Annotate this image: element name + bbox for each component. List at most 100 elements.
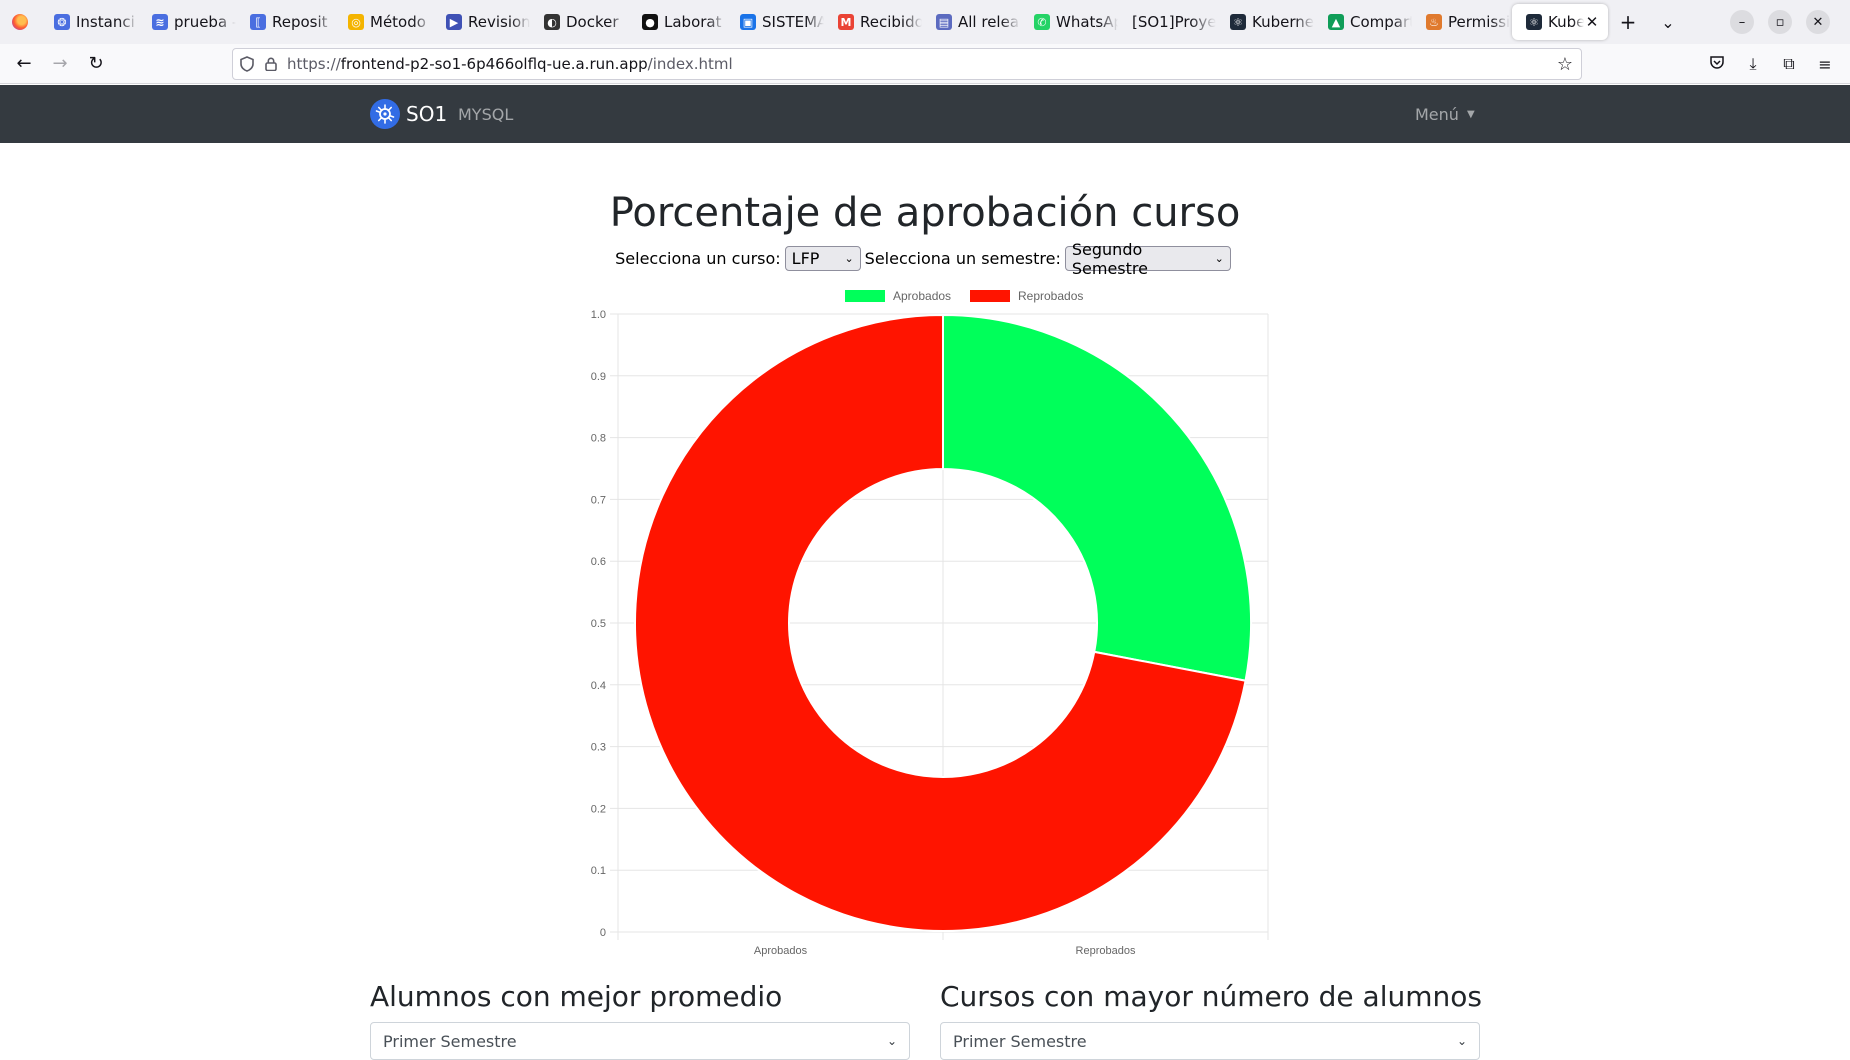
- restore-icon[interactable]: ▫: [1768, 10, 1792, 34]
- tab-label: Permissi: [1448, 13, 1510, 31]
- course-label: Selecciona un curso:: [615, 249, 781, 268]
- tab-label: prueba –: [174, 13, 236, 31]
- browser-tab[interactable]: ❂ Instanci: [40, 4, 138, 40]
- legend-label: Reprobados: [1018, 289, 1083, 303]
- legend-label: Aprobados: [893, 289, 951, 303]
- url-host: frontend-p2-so1-6p466olflq-ue.a.run.app: [340, 55, 648, 73]
- url-bar[interactable]: https://frontend-p2-so1-6p466olflq-ue.a.…: [232, 48, 1582, 80]
- tab-favicon-icon: M: [838, 14, 854, 30]
- approval-chart: 1.0 0.9 0.8 0.7 0.6 0.5 0.4 0.3 0.2 0.1 0 Aprobados…: [570, 282, 1270, 962]
- tab-label: Recibido: [860, 13, 922, 31]
- browser-tab[interactable]: ⚛ Kuberne: [1216, 4, 1314, 40]
- chevron-down-icon: ⌄: [844, 252, 854, 265]
- tab-favicon-icon: ⟦: [250, 14, 266, 30]
- menu-label: Menú: [1415, 104, 1459, 124]
- tab-active[interactable]: ⚛ Kuber ✕: [1512, 4, 1608, 40]
- chevron-down-icon: ⌄: [886, 1034, 897, 1048]
- browser-tab[interactable]: [SO1]Proye: [1118, 4, 1216, 40]
- tab-favicon-icon: ●: [642, 14, 658, 30]
- url-path: /index.html: [647, 55, 733, 73]
- tab-label: Docker: [566, 13, 619, 31]
- back-icon[interactable]: ←: [6, 48, 42, 80]
- browser-tab[interactable]: ▤ All relea: [922, 4, 1020, 40]
- best-average-title: Alumnos con mejor promedio: [370, 980, 783, 1013]
- semester-label: Selecciona un semestre:: [864, 249, 1061, 268]
- x-tick-label: Reprobados: [1076, 945, 1136, 957]
- pocket-icon[interactable]: [1706, 54, 1728, 74]
- window-controls: – ▫ ✕: [1730, 0, 1850, 44]
- semester-select[interactable]: Segundo Semestre ⌄: [1064, 240, 1231, 278]
- browser-tab[interactable]: ▶ Revision: [432, 4, 530, 40]
- tab-favicon-icon: ◐: [544, 14, 560, 30]
- most-students-semester-select[interactable]: Primer Semestre ⌄: [940, 1022, 1480, 1060]
- doughnut-slice-aprobados: [942, 313, 1252, 682]
- new-tab-button[interactable]: +: [1608, 4, 1648, 40]
- x-tick-label: Aprobados: [754, 945, 808, 957]
- chart-filters: Selecciona un curso: LFP ⌄ Selecciona un…: [0, 240, 1850, 278]
- browser-tab[interactable]: ♨ Permissi: [1412, 4, 1510, 40]
- list-tabs-button[interactable]: ⌄: [1648, 4, 1688, 40]
- chevron-down-icon: ⌄: [1456, 1034, 1467, 1048]
- chevron-down-icon: ⌄: [1214, 252, 1224, 265]
- shield-icon[interactable]: [233, 56, 261, 72]
- tab-label: [SO1]Proye: [1132, 13, 1216, 31]
- firefox-icon: [0, 0, 40, 44]
- tab-favicon-icon: ♨: [1426, 14, 1442, 30]
- download-icon[interactable]: ⤓: [1742, 54, 1764, 74]
- menu-icon[interactable]: ≡: [1814, 55, 1836, 74]
- nav-link-mysql[interactable]: MYSQL: [458, 85, 513, 143]
- tab-label: Reposit: [272, 13, 328, 31]
- browser-tab[interactable]: ▲ Compart: [1314, 4, 1412, 40]
- brand[interactable]: SO1: [370, 85, 447, 143]
- tab-label: Revision: [468, 13, 530, 31]
- y-tick-label: 0.2: [591, 803, 606, 815]
- tab-label: Compart: [1350, 13, 1412, 31]
- browser-tab[interactable]: ≋ prueba –: [138, 4, 236, 40]
- browser-nav-bar: ← → ↻ https://frontend-p2-so1-6p466olflq…: [0, 44, 1850, 84]
- tab-favicon-icon: ◎: [348, 14, 364, 30]
- browser-tab[interactable]: ◎ Método: [334, 4, 432, 40]
- browser-tab[interactable]: ● Laborat: [628, 4, 726, 40]
- y-tick-label: 0.1: [591, 865, 606, 877]
- course-select[interactable]: LFP ⌄: [784, 246, 861, 271]
- browser-tab-bar: ❂ Instanci ≋ prueba – ⟦ Reposit ◎ Método ▶ Revisi…: [0, 0, 1850, 44]
- menu-dropdown[interactable]: Menú ▼: [1415, 85, 1475, 143]
- tab-label: SISTEMA: [762, 13, 824, 31]
- close-window-icon[interactable]: ✕: [1806, 10, 1830, 34]
- browser-tab[interactable]: ⟦ Reposit: [236, 4, 334, 40]
- legend-swatch: [970, 290, 1010, 302]
- tab-label: Laborat: [664, 13, 722, 31]
- minimize-icon[interactable]: –: [1730, 10, 1754, 34]
- kubernetes-tab-icon: ⚛: [1526, 14, 1542, 30]
- tab-label: Kuber: [1548, 13, 1584, 31]
- tab-favicon-icon: ≋: [152, 14, 168, 30]
- tab-favicon-icon: ❂: [54, 14, 70, 30]
- browser-tab[interactable]: ◐ Docker: [530, 4, 628, 40]
- extensions-icon[interactable]: ⧉: [1778, 54, 1800, 74]
- star-icon[interactable]: ☆: [1557, 54, 1573, 75]
- semester-select-value: Segundo Semestre: [1071, 239, 1148, 278]
- course-select-value: LFP: [791, 249, 820, 268]
- best-average-semester-value: Primer Semestre: [383, 1031, 517, 1051]
- caret-down-icon: ▼: [1466, 108, 1475, 120]
- tab-favicon-icon: ⚛: [1230, 14, 1246, 30]
- approval-doughnut-chart: 1.0 0.9 0.8 0.7 0.6 0.5 0.4 0.3 0.2 0.1 0 Aprobados…: [591, 289, 1269, 957]
- url-text[interactable]: https://frontend-p2-so1-6p466olflq-ue.a.…: [287, 55, 733, 73]
- close-tab-icon[interactable]: ✕: [1584, 13, 1600, 31]
- toolbar-right: ⤓ ⧉ ≡: [1706, 48, 1836, 80]
- best-average-semester-select[interactable]: Primer Semestre ⌄: [370, 1022, 910, 1060]
- lock-icon[interactable]: [261, 57, 281, 71]
- tab-label: Kuberne: [1252, 13, 1314, 31]
- most-students-semester-value: Primer Semestre: [953, 1031, 1087, 1051]
- tab-favicon-icon: ▤: [936, 14, 952, 30]
- y-tick-label: 0.4: [591, 680, 606, 692]
- browser-tab[interactable]: M Recibido: [824, 4, 922, 40]
- page-title: Porcentaje de aprobación curso: [609, 190, 1241, 236]
- tab-label: All relea: [958, 13, 1020, 31]
- browser-tab[interactable]: ▣ SISTEMA: [726, 4, 824, 40]
- forward-icon[interactable]: →: [42, 48, 78, 80]
- kubernetes-logo-icon: [370, 99, 400, 129]
- browser-tab[interactable]: ✆ WhatsAp: [1020, 4, 1118, 40]
- most-students-title: Cursos con mayor número de alumnos: [940, 980, 1482, 1013]
- reload-icon[interactable]: ↻: [78, 48, 114, 80]
